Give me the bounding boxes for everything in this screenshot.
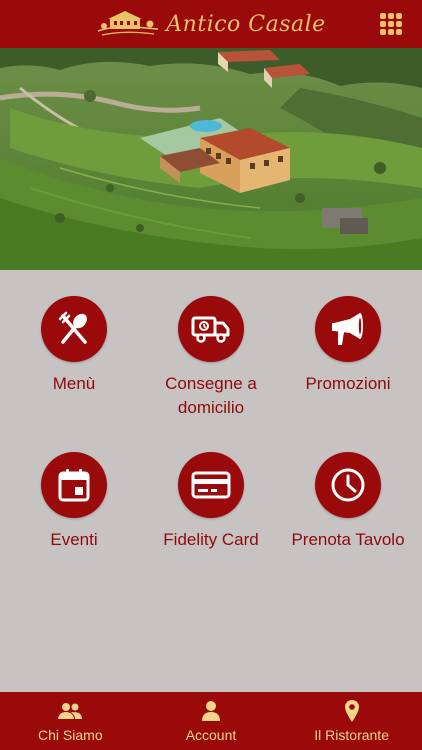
tile-events-label: Eventi	[50, 530, 98, 549]
tile-promotions-circle[interactable]	[315, 296, 381, 362]
nav-account-label: Account	[185, 727, 237, 743]
bottom-navigation: Chi Siamo Account Il Ristorante	[0, 692, 422, 750]
feature-grid: Menù Consegne a domicilio Promozioni Eve…	[0, 270, 422, 690]
person-icon	[201, 699, 221, 723]
nav-restaurant[interactable]: Il Ristorante	[282, 699, 422, 743]
tile-promotions[interactable]: Promozioni	[278, 296, 418, 396]
grid-menu-button[interactable]	[380, 13, 402, 35]
megaphone-icon	[332, 313, 363, 345]
brand: Antico Casale	[96, 9, 325, 39]
credit-card-icon	[191, 471, 231, 499]
fork-spoon-icon	[58, 311, 87, 344]
tile-book-table-label: Prenota Tavolo	[291, 530, 405, 549]
calendar-icon	[58, 469, 90, 502]
tile-fidelity-card-label: Fidelity Card	[163, 530, 259, 549]
tile-menu[interactable]: Menù	[4, 296, 144, 396]
tile-events[interactable]: Eventi	[4, 452, 144, 552]
farmhouse-logo-icon	[96, 9, 160, 39]
tile-delivery[interactable]: Consegne a domicilio	[141, 296, 281, 420]
tile-events-circle[interactable]	[41, 452, 107, 518]
top-app-bar: Antico Casale	[0, 0, 422, 48]
tile-promotions-label: Promozioni	[305, 374, 391, 393]
aerial-farmhouse-photo	[0, 48, 422, 270]
tile-menu-circle[interactable]	[41, 296, 107, 362]
brand-name: Antico Casale	[166, 11, 326, 37]
grid-icon	[380, 13, 386, 19]
people-icon	[57, 699, 83, 723]
clock-icon	[331, 468, 365, 502]
tile-fidelity-card-circle[interactable]	[178, 452, 244, 518]
map-pin-icon	[344, 699, 360, 723]
nav-about-us-label: Chi Siamo	[38, 727, 103, 743]
tile-delivery-label: Consegne a domicilio	[165, 374, 257, 417]
nav-account[interactable]: Account	[141, 699, 281, 743]
tile-fidelity-card[interactable]: Fidelity Card	[141, 452, 281, 552]
tile-book-table-circle[interactable]	[315, 452, 381, 518]
nav-about-us[interactable]: Chi Siamo	[0, 699, 140, 743]
tile-book-table[interactable]: Prenota Tavolo	[278, 452, 418, 552]
hero-image	[0, 48, 422, 270]
nav-restaurant-label: Il Ristorante	[314, 727, 389, 743]
delivery-truck-icon	[191, 316, 230, 343]
tile-delivery-circle[interactable]	[178, 296, 244, 362]
tile-menu-label: Menù	[52, 374, 96, 393]
